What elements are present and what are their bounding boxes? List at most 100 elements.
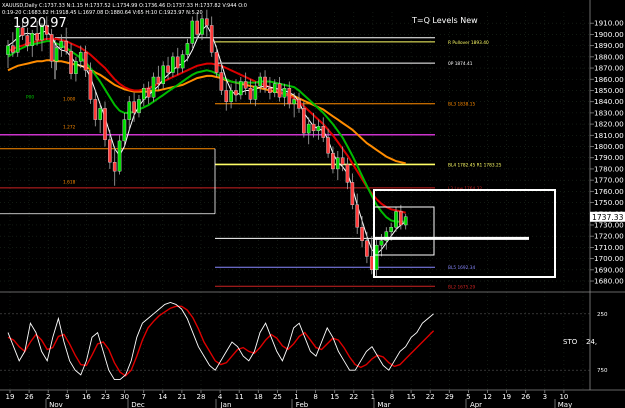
candle-body <box>74 61 78 74</box>
y-tick-label: 1730.00 <box>594 220 624 229</box>
level-label: BL2 1675.29 <box>448 284 475 290</box>
candle-body <box>64 40 68 52</box>
candle-body <box>209 25 214 53</box>
candle-body <box>103 108 107 140</box>
candle-body <box>374 244 379 271</box>
y-tick-label: 1720.00 <box>594 232 624 241</box>
month-label: Feb <box>296 401 309 408</box>
candle-body <box>326 137 330 154</box>
x-tick-label: 19 <box>6 393 15 401</box>
month-label: Jan <box>220 401 232 408</box>
candle-body <box>88 70 93 100</box>
candle-body <box>93 99 98 120</box>
y-tick-label: 1780.00 <box>594 164 624 173</box>
y-tick-label: 1790.00 <box>594 153 624 162</box>
candle-body <box>137 99 141 114</box>
symbol-info-line: XAUUSD,Daily C:1737.33 N:1.15 H:1737.52 … <box>2 3 247 9</box>
candle-body <box>272 83 277 93</box>
y-tick-label: 1750.00 <box>594 198 624 207</box>
candle-body <box>224 90 229 102</box>
candle-body <box>30 33 35 46</box>
candle-body <box>277 83 282 98</box>
candle-body <box>263 76 267 89</box>
x-tick-label: 9 <box>65 393 69 401</box>
candle-body <box>268 88 272 93</box>
y-axis: 1910.00 1900.00 1890.00 1880.00 1870.00 1860.… <box>589 0 625 408</box>
y-tick-label: 1810.00 <box>594 131 624 140</box>
x-tick-label: 26 <box>521 393 530 401</box>
level-label: BL3 1838.15 <box>448 102 475 108</box>
candle-body <box>311 123 316 132</box>
candle-body <box>117 140 122 172</box>
big-price-label: 1920.97 <box>13 16 67 31</box>
x-axis: 19 26 2 9 16 23 30 7 14 21 28 4 11 18 25 1 8 15 22 1 8 15 22 29… <box>0 389 625 408</box>
candle-body <box>243 81 248 89</box>
x-tick-label: 23 <box>101 393 110 401</box>
x-tick-label: 10 <box>559 393 568 401</box>
candle-body <box>151 76 156 98</box>
candle-body <box>11 45 15 53</box>
candle-body <box>190 20 195 44</box>
level-label: 1.272 <box>63 124 76 130</box>
candle-body <box>287 88 292 105</box>
y-tick-label: 1770.00 <box>594 176 624 185</box>
month-label: Dec <box>131 401 145 408</box>
candle-body <box>141 88 146 100</box>
y-tick-label: 1820.00 <box>594 120 624 129</box>
month-label: Nov <box>49 401 63 408</box>
x-tick-label: 15 <box>330 393 339 401</box>
chart-canvas: R Pullover 1893.40 0P 1874.41 BL3 1838.15 B… <box>0 0 625 408</box>
x-tick-label: 14 <box>158 393 167 401</box>
y-tick-label: 1690.00 <box>594 265 624 274</box>
x-tick-label: 12 <box>483 393 492 401</box>
candle-body <box>365 240 369 257</box>
candle-body <box>69 51 73 74</box>
candle-body <box>316 126 321 132</box>
stochastic-label: STO <box>563 338 578 346</box>
y-tick-label: 1760.00 <box>594 187 624 196</box>
candle-body <box>258 76 263 87</box>
y-tick-label: 1840.00 <box>594 97 624 106</box>
x-tick-label: 28 <box>197 393 206 401</box>
x-tick-label: 15 <box>407 393 416 401</box>
y-tick-label: 1910.00 <box>594 19 624 28</box>
candle-body <box>166 65 170 73</box>
x-tick-label: 29 <box>445 393 454 401</box>
candle-body <box>108 139 112 163</box>
x-tick-label: 1 <box>294 393 298 401</box>
level-label: 1.618 <box>63 179 76 185</box>
candle-body <box>25 35 30 46</box>
x-tick-label: 1 <box>371 393 375 401</box>
candle-body <box>175 56 180 69</box>
candle-body <box>345 164 350 183</box>
candle-body <box>399 211 403 226</box>
candle-body <box>282 88 287 98</box>
candle-body <box>205 18 209 26</box>
y-tick-label: 1870.00 <box>594 64 624 73</box>
candle-body <box>78 52 83 62</box>
candle-body <box>336 157 340 170</box>
candle-body <box>35 33 39 41</box>
candle-body <box>302 108 306 134</box>
y-tick-label: 1860.00 <box>594 75 624 84</box>
candle-body <box>331 153 335 170</box>
x-tick-label: 8 <box>390 393 394 401</box>
x-tick-label: 22 <box>349 393 358 401</box>
candle-body <box>6 45 10 55</box>
current-price-label: 1737.33 <box>592 213 624 222</box>
y-tick-label: 1830.00 <box>594 108 624 117</box>
month-label: Mar <box>377 401 390 408</box>
x-tick-label: 26 <box>25 393 34 401</box>
y-tick-label: 1800.00 <box>594 142 624 151</box>
candle-body <box>171 56 175 73</box>
candle-body <box>340 157 345 165</box>
candle-body <box>238 81 243 96</box>
y-tick-label: 1700.00 <box>594 254 624 263</box>
stoch-level-label: 250 <box>597 312 608 318</box>
candle-body <box>321 126 326 138</box>
candle-body <box>180 54 185 69</box>
candle-body <box>369 256 374 271</box>
y-tick-label: 1880.00 <box>594 52 624 61</box>
candle-body <box>185 43 190 55</box>
candle-body <box>200 18 204 35</box>
